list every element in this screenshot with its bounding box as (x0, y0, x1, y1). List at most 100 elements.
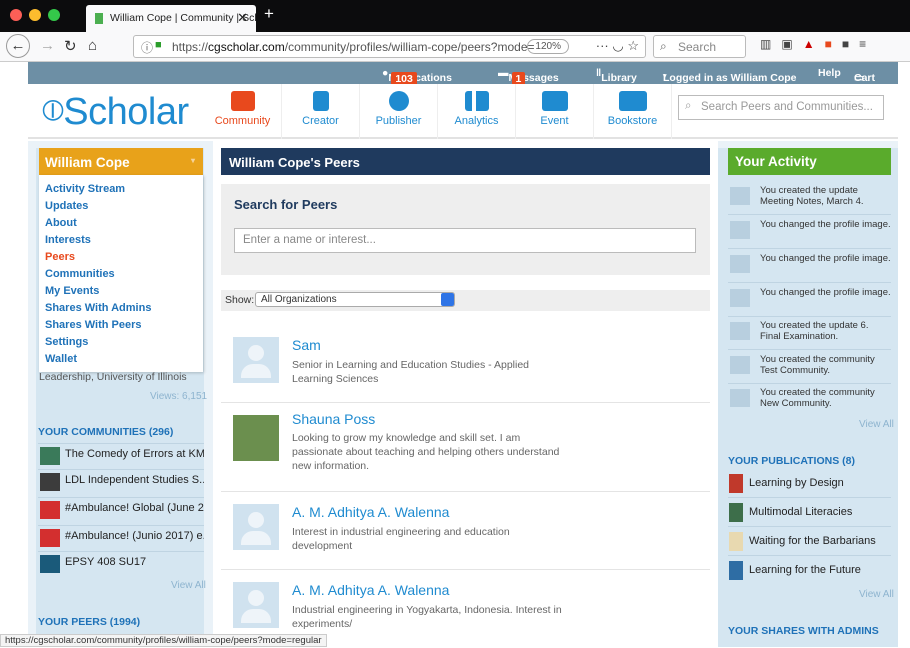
module-publisher[interactable]: Publisher (360, 84, 438, 139)
book-cover (729, 474, 743, 493)
publication-item[interactable]: Learning by Design (728, 470, 891, 498)
peer-name[interactable]: Sam (292, 337, 321, 353)
shares-title[interactable]: YOUR SHARES WITH ADMINS (728, 625, 879, 637)
menu-item-interests[interactable]: Interests (45, 232, 197, 249)
community-thumbnail (40, 555, 60, 573)
close-window-icon[interactable] (10, 9, 22, 21)
communities-title[interactable]: YOUR COMMUNITIES (296) (38, 426, 173, 438)
community-thumbnail (40, 529, 60, 547)
edit-icon (312, 91, 329, 111)
library-link[interactable]: ‖ Library (596, 67, 637, 84)
home-icon[interactable]: ⌂ (88, 37, 97, 54)
url-path: /community/profiles/william-cope/peers?m… (284, 40, 535, 54)
organization-select-value: All Organizations (261, 294, 337, 305)
communities-view-all[interactable]: View All (171, 580, 206, 591)
publications-view-all[interactable]: View All (859, 589, 894, 600)
browser-search-box[interactable]: ⌕ Search (653, 35, 746, 58)
browser-tab[interactable]: William Cope | Community | Sch ✕ (86, 5, 256, 32)
messages-link[interactable]: ▬ Messages 1 (498, 67, 559, 86)
menu-item-updates[interactable]: Updates (45, 198, 197, 215)
activity-view-all[interactable]: View All (859, 419, 894, 430)
search-for-peers-title: Search for Peers (234, 197, 338, 212)
peer-search-input[interactable]: Enter a name or interest... (234, 228, 696, 253)
info-icon[interactable]: ⓘ (141, 39, 153, 56)
publication-item[interactable]: Learning for the Future (728, 557, 891, 585)
community-item[interactable]: #Ambulance! (Junio 2017) e... (38, 525, 204, 549)
address-bar[interactable]: ⓘ ■ https://cgscholar.com/community/prof… (133, 35, 646, 58)
peer-name[interactable]: Shauna Poss (292, 411, 375, 427)
menu-item-about[interactable]: About (45, 215, 197, 232)
scholar-logo[interactable]: ⦶Scholar (42, 91, 189, 134)
back-icon[interactable]: ← (6, 34, 30, 58)
default-avatar-icon[interactable] (233, 337, 279, 383)
module-analytics[interactable]: Analytics (438, 84, 516, 139)
user-menu-header[interactable]: William Cope ▾ (39, 148, 203, 175)
user-name: William Cope (45, 155, 130, 170)
publication-item[interactable]: Multimodal Literacies (728, 499, 891, 527)
publication-item[interactable]: Waiting for the Barbarians (728, 528, 891, 556)
activity-item[interactable]: You created the community Test Community… (728, 352, 891, 384)
notifications-link[interactable]: ● Notifications 103 (382, 67, 452, 86)
pdf-icon: ▲ (802, 37, 825, 51)
minimize-window-icon[interactable] (29, 9, 41, 21)
avatar[interactable] (233, 415, 279, 461)
publications-title[interactable]: YOUR PUBLICATIONS (8) (728, 455, 855, 467)
community-item[interactable]: LDL Independent Studies S... (38, 469, 204, 493)
peer-name[interactable]: A. M. Adhitya A. Walenna (292, 582, 449, 598)
site-search-placeholder: Search Peers and Communities... (701, 101, 873, 113)
community-item[interactable]: EPSY 408 SU17 (38, 551, 204, 575)
site-search-input[interactable]: ⌕ Search Peers and Communities... (678, 95, 884, 120)
zoom-indicator[interactable]: 120% (527, 39, 569, 54)
community-thumbnail (40, 501, 60, 519)
peer-search-panel: Search for Peers Enter a name or interes… (221, 184, 710, 275)
peer-card[interactable]: A. M. Adhitya A. Walenna Interest in ind… (221, 492, 710, 570)
activity-item[interactable]: You created the update 6. Final Examinat… (728, 318, 891, 350)
peer-name[interactable]: A. M. Adhitya A. Walenna (292, 504, 449, 520)
chevron-down-icon: ▾ (663, 73, 667, 80)
community-item[interactable]: #Ambulance! Global (June 2... (38, 497, 204, 521)
peers-title[interactable]: YOUR PEERS (1994) (38, 616, 140, 628)
activity-item[interactable]: You changed the profile image. (728, 217, 891, 249)
browser-search-placeholder: Search (678, 40, 717, 54)
module-bookstore[interactable]: Bookstore (594, 84, 672, 139)
default-avatar-icon[interactable] (233, 504, 279, 550)
menu-item-settings[interactable]: Settings (45, 334, 197, 351)
module-creator[interactable]: Creator (282, 84, 360, 139)
menu-item-peers[interactable]: Peers (45, 249, 197, 266)
search-icon: ⌕ (685, 100, 692, 112)
peer-card[interactable]: Sam Senior in Learning and Education Stu… (221, 325, 710, 403)
menu-item-wallet[interactable]: Wallet (45, 351, 197, 368)
activity-text: You created the community Test Community… (760, 354, 875, 376)
menu-item-shares-with-admins[interactable]: Shares With Admins (45, 300, 197, 317)
peer-card[interactable]: Shauna Poss Looking to grow my knowledge… (221, 403, 710, 492)
help-link[interactable]: Help (818, 67, 841, 79)
profile-views: Views: 6,151 (150, 391, 208, 402)
close-tab-icon[interactable]: ✕ (237, 10, 248, 26)
browser-tab-bar: William Cope | Community | Sch ✕ + (0, 0, 910, 32)
activity-item[interactable]: You created the community New Community. (728, 385, 891, 417)
menu-item-communities[interactable]: Communities (45, 266, 197, 283)
maximize-window-icon[interactable] (48, 9, 60, 21)
show-label: Show: (225, 294, 255, 306)
module-event[interactable]: Event (516, 84, 594, 139)
default-avatar-icon[interactable] (233, 582, 279, 628)
reload-icon[interactable]: ↻ (64, 37, 77, 55)
activity-icon (730, 356, 750, 374)
tab-title: William Cope | Community | Sch (110, 12, 256, 24)
activity-item[interactable]: You changed the profile image. (728, 285, 891, 317)
menu-item-activity-stream[interactable]: Activity Stream (45, 181, 197, 198)
organization-select[interactable]: All Organizations (255, 292, 455, 307)
activity-text: You created the update 6. Final Examinat… (760, 320, 869, 342)
activity-item[interactable]: You changed the profile image. (728, 251, 891, 283)
site-top-bar: ● Notifications 103 ▬ Messages 1 ‖ Library… (28, 62, 898, 86)
page-actions[interactable]: ··· ◡ ☆ (596, 38, 639, 54)
new-tab-icon[interactable]: + (264, 4, 274, 24)
activity-item[interactable]: You created the update Meeting Notes, Ma… (728, 183, 891, 215)
menu-item-shares-with-peers[interactable]: Shares With Peers (45, 317, 197, 334)
forward-icon[interactable]: → (40, 37, 55, 54)
module-community[interactable]: Community (204, 84, 282, 139)
community-item[interactable]: The Comedy of Errors at KM... (38, 443, 204, 467)
module-label: Community (214, 115, 271, 127)
toolbar-icons[interactable]: ▥▣▲■■≡ (760, 37, 876, 51)
menu-item-my-events[interactable]: My Events (45, 283, 197, 300)
